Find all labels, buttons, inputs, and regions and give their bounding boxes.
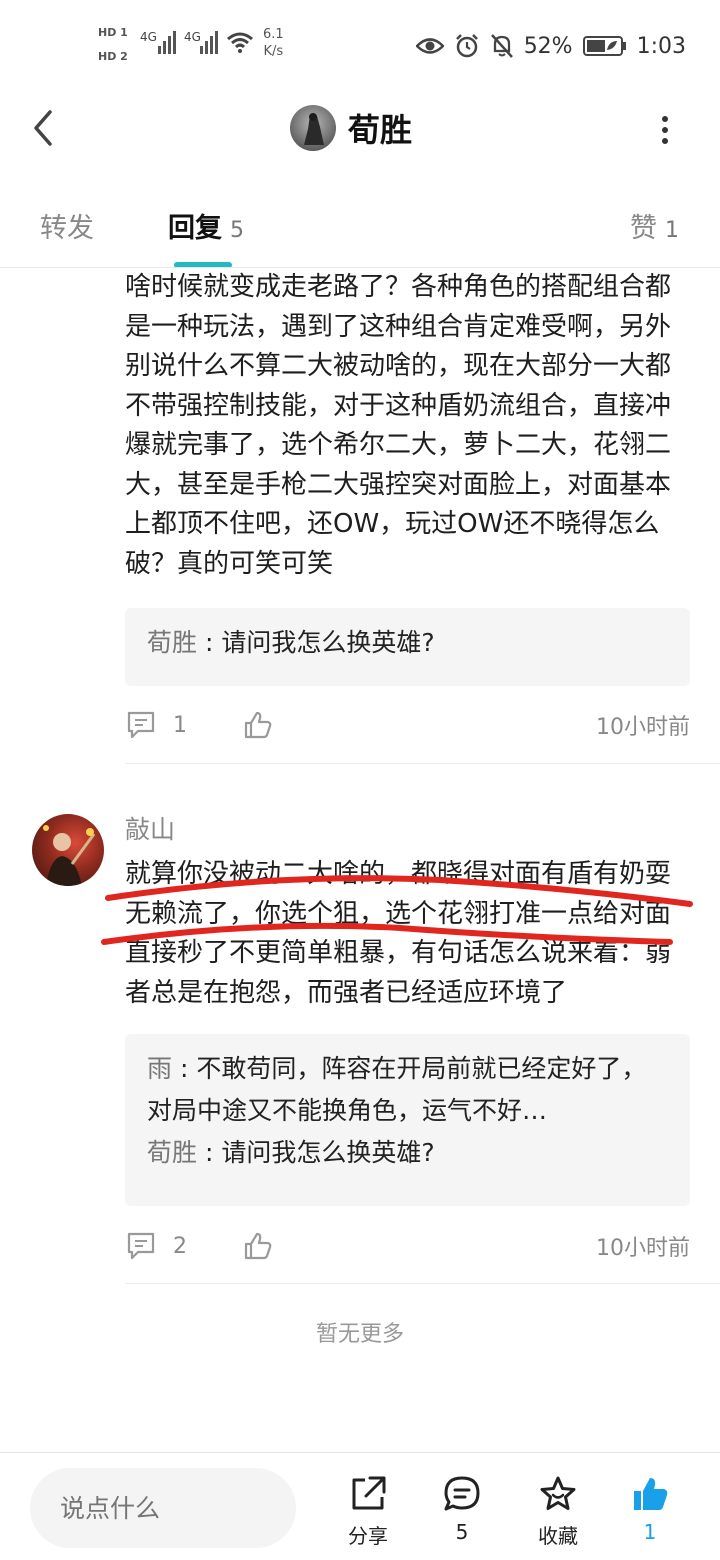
clock: 1:03 [636, 33, 686, 59]
thumbs-up-filled-icon [634, 1478, 668, 1510]
battery-icon [582, 36, 626, 56]
reply-divider [125, 1283, 720, 1284]
favorite-button[interactable]: 收藏 [518, 1474, 598, 1549]
tab-forward-label: 转发 [40, 213, 94, 244]
alarm-icon [455, 34, 478, 58]
favorite-label: 收藏 [538, 1524, 578, 1548]
quote-author[interactable]: 荀胜 [147, 1138, 197, 1167]
signal-label-1: 4G [140, 30, 157, 44]
network-speed: 6.1 K/s [263, 26, 284, 60]
quote-box[interactable]: 荀胜 : 请问我怎么换英雄? [125, 608, 690, 686]
quote-line: 荀胜 : 请问我怎么换英雄? [147, 622, 668, 664]
likes-count: 1 [643, 1520, 657, 1544]
comment-icon [127, 711, 155, 739]
quote-separator: : [197, 628, 222, 657]
back-arrow-icon[interactable] [28, 106, 58, 150]
eye-icon [415, 38, 444, 54]
wifi-icon [227, 32, 253, 53]
reply-author[interactable]: 敲山 [125, 810, 175, 846]
like-button[interactable] [243, 1231, 273, 1261]
reply-actions: 1 10小时前 [125, 705, 690, 745]
avatar[interactable] [32, 814, 104, 886]
thumbs-up-icon [244, 1232, 272, 1260]
thumbs-up-icon [244, 711, 272, 739]
signal-label-2: 4G [184, 30, 201, 44]
quote-separator: : [197, 1138, 222, 1167]
quote-text: 请问我怎么换英雄? [221, 1138, 435, 1167]
reply-divider [125, 763, 720, 764]
quote-separator: : [172, 1054, 197, 1083]
reply-text: 啥时候就变成走老路了？各种角色的搭配组合都是一种玩法，遇到了这种组合肯定难受啊，… [125, 272, 672, 579]
sim2-hd-label: HD 2 [98, 50, 128, 63]
star-icon [540, 1476, 576, 1510]
network-speed-unit: K/s [263, 44, 284, 59]
tab-reply-count: 5 [230, 218, 244, 243]
quote-text: 请问我怎么换英雄? [221, 628, 435, 657]
comments-count: 5 [455, 1520, 469, 1544]
comment-icon [127, 1232, 155, 1260]
tab-like[interactable]: 赞1 [630, 206, 679, 245]
reply-time: 10小时前 [596, 1236, 690, 1261]
tab-reply[interactable]: 回复 5 [168, 206, 244, 245]
like-post-button[interactable]: 1 [610, 1474, 690, 1544]
comment-bubble-icon [444, 1476, 480, 1511]
reply-time: 10小时前 [596, 715, 690, 740]
page-title: 荀胜 [348, 111, 413, 149]
quote-text: 不敢苟同，阵容在开局前就已经定好了，对局中途又不能换角色，运气不好… [147, 1054, 647, 1125]
comment-count: 1 [173, 712, 187, 738]
comment-button[interactable]: 2 [125, 1231, 187, 1261]
bottom-bar-divider [0, 1452, 720, 1453]
tab-reply-label: 回复 [168, 213, 222, 244]
battery-percent: 52% [523, 33, 573, 59]
status-right-group: 52% 1:03 [415, 30, 686, 62]
more-options-icon[interactable] [648, 110, 678, 150]
mute-bell-icon [490, 34, 513, 58]
like-button[interactable] [243, 710, 273, 740]
avatar[interactable] [290, 105, 336, 151]
comment-button[interactable]: 1 [125, 710, 187, 740]
share-icon [352, 1476, 386, 1510]
signal-bars-icon [200, 31, 218, 54]
comment-count: 2 [173, 1233, 187, 1259]
sim1-hd-label: HD 1 [98, 26, 128, 39]
quote-author[interactable]: 荀胜 [147, 628, 197, 657]
avatar-photo-icon [43, 825, 96, 886]
quote-author[interactable]: 雨 [147, 1054, 172, 1083]
network-speed-value: 6.1 [263, 27, 284, 42]
status-bar: HD 1 HD 2 4G 4G 6.1 K/s 52% 1:03 [0, 0, 720, 90]
no-more-label: 暂无更多 [315, 1322, 404, 1347]
tab-like-count: 1 [665, 218, 679, 243]
red-underline-annotation [101, 875, 693, 945]
quote-box[interactable]: 雨 : 不敢苟同，阵容在开局前就已经定好了，对局中途又不能换角色，运气不好… 荀… [125, 1034, 690, 1206]
reply-actions: 2 10小时前 [125, 1226, 690, 1266]
header-title-group[interactable]: 荀胜 [290, 102, 412, 154]
signal-bars-icon [158, 31, 176, 54]
tab-like-label: 赞 [630, 213, 657, 244]
tab-forward[interactable]: 转发 [40, 206, 94, 245]
avatar-figure-icon [304, 113, 324, 145]
quote-line: 荀胜 : 请问我怎么换英雄? [147, 1132, 668, 1174]
comments-button[interactable]: 5 [422, 1474, 502, 1544]
quote-line: 雨 : 不敢苟同，阵容在开局前就已经定好了，对局中途又不能换角色，运气不好… [147, 1048, 668, 1132]
comment-input[interactable] [30, 1468, 296, 1548]
share-button[interactable]: 分享 [328, 1474, 408, 1549]
share-label: 分享 [348, 1524, 388, 1548]
